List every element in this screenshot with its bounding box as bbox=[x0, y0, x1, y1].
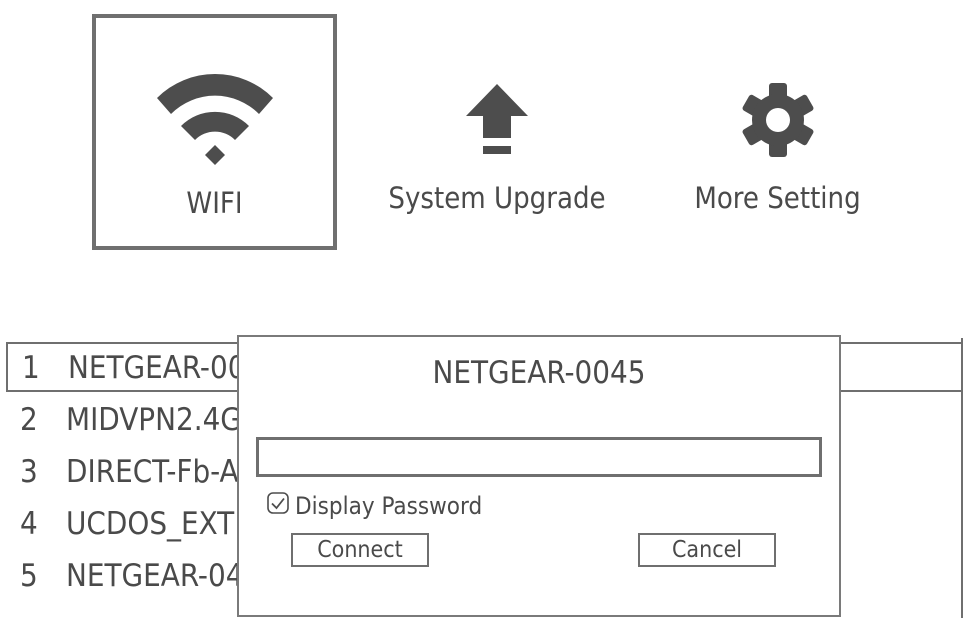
display-password-label: Display Password bbox=[295, 492, 483, 520]
cancel-button[interactable]: Cancel bbox=[638, 533, 776, 567]
display-password-checkbox[interactable] bbox=[267, 492, 289, 514]
wifi-icon bbox=[156, 73, 273, 165]
network-index: 5 bbox=[20, 558, 38, 594]
list-frame-border bbox=[961, 338, 963, 618]
gear-icon bbox=[742, 83, 813, 157]
network-index: 3 bbox=[20, 454, 38, 490]
upgrade-arrow-icon bbox=[466, 84, 528, 154]
network-ssid: MIDVPN2.4G bbox=[66, 402, 242, 438]
dialog-title: NETGEAR-0045 bbox=[432, 355, 646, 391]
network-ssid: DIRECT-Fb-A bbox=[66, 454, 239, 490]
connect-button[interactable]: Connect bbox=[291, 533, 429, 567]
wifi-tile-label: WIFI bbox=[186, 186, 243, 220]
network-index: 1 bbox=[22, 350, 40, 386]
network-index: 4 bbox=[20, 506, 38, 542]
system-upgrade-tile-label: System Upgrade bbox=[388, 181, 606, 215]
menu-tile-more-setting[interactable]: More Setting bbox=[655, 14, 900, 250]
network-index: 2 bbox=[20, 402, 38, 438]
menu-tile-wifi[interactable]: WIFI bbox=[92, 14, 337, 250]
network-ssid: UCDOS_EXT bbox=[66, 506, 235, 542]
wifi-password-dialog: NETGEAR-0045 Display Password Connect Ca… bbox=[237, 335, 841, 617]
more-setting-tile-label: More Setting bbox=[694, 181, 861, 215]
network-ssid: NETGEAR-04 bbox=[66, 558, 244, 594]
menu-tile-system-upgrade[interactable]: System Upgrade bbox=[372, 14, 622, 250]
password-input[interactable] bbox=[256, 437, 822, 477]
